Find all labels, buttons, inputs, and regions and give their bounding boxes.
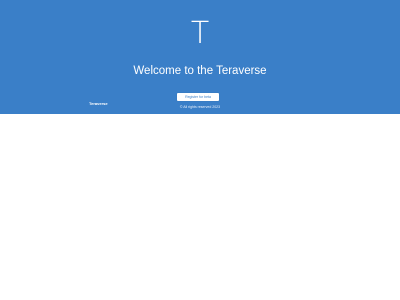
main-content xyxy=(0,114,400,300)
logo-mark: T xyxy=(190,16,210,51)
copyright-text: © All rights reserved 2023 xyxy=(179,105,221,109)
hero-section: T Welcome to the Teraverse Teraverse Reg… xyxy=(0,0,400,114)
register-beta-button[interactable]: Register for beta xyxy=(177,93,219,101)
page-title: Welcome to the Teraverse xyxy=(133,65,267,77)
